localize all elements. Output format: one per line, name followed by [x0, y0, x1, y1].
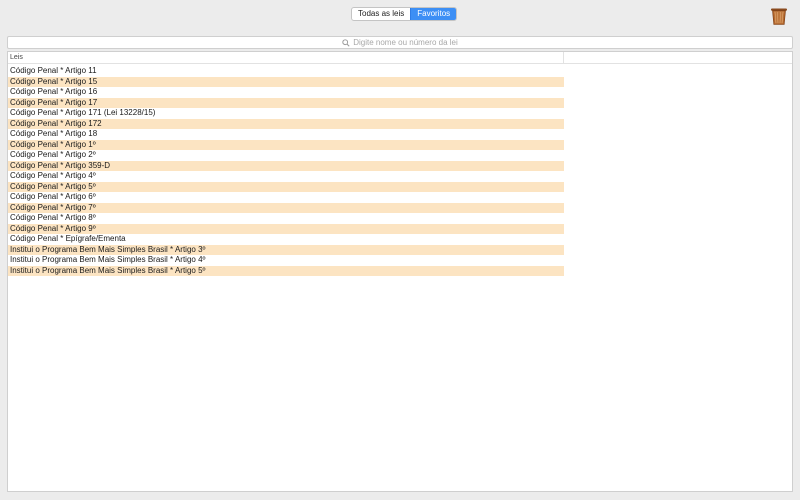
tab-favorites[interactable]: Favoritos: [410, 8, 457, 20]
trash-can-icon[interactable]: [769, 6, 789, 26]
table-row[interactable]: Código Penal * Artigo 17: [8, 97, 564, 108]
laws-table: Leis Código Penal * Artigo 11 Código Pen…: [7, 51, 793, 492]
tab-all-laws[interactable]: Todas as leis: [352, 8, 410, 20]
table-row[interactable]: Código Penal * Artigo 15: [8, 76, 564, 87]
table-row[interactable]: Código Penal * Artigo 4º: [8, 171, 564, 182]
table-row[interactable]: Institui o Programa Bem Mais Simples Bra…: [8, 265, 564, 276]
table-row[interactable]: Institui o Programa Bem Mais Simples Bra…: [8, 255, 564, 266]
table-body: Código Penal * Artigo 11 Código Penal * …: [8, 64, 792, 276]
table-row[interactable]: Código Penal * Artigo 8º: [8, 213, 564, 224]
app-window: Todas as leis Favoritos Digite nome ou n…: [0, 0, 800, 500]
search-icon: [342, 38, 350, 47]
table-row[interactable]: Institui o Programa Bem Mais Simples Bra…: [8, 244, 564, 255]
table-row[interactable]: Código Penal * Artigo 171 (Lei 13228/15): [8, 108, 564, 119]
table-row[interactable]: Código Penal * Artigo 7º: [8, 202, 564, 213]
table-row[interactable]: Código Penal * Epígrafe/Ementa: [8, 234, 564, 245]
table-row[interactable]: Código Penal * Artigo 172: [8, 118, 564, 129]
column-header-leis[interactable]: Leis: [8, 52, 564, 63]
search-field[interactable]: Digite nome ou número da lei: [7, 36, 793, 49]
view-switcher: Todas as leis Favoritos: [351, 7, 458, 21]
table-row[interactable]: Código Penal * Artigo 9º: [8, 223, 564, 234]
table-row[interactable]: Código Penal * Artigo 359-D: [8, 160, 564, 171]
table-row[interactable]: Código Penal * Artigo 18: [8, 129, 564, 140]
table-row[interactable]: Código Penal * Artigo 16: [8, 87, 564, 98]
table-row[interactable]: Código Penal * Artigo 5º: [8, 181, 564, 192]
table-row[interactable]: Código Penal * Artigo 1º: [8, 139, 564, 150]
table-row[interactable]: Código Penal * Artigo 2º: [8, 150, 564, 161]
table-row[interactable]: Código Penal * Artigo 6º: [8, 192, 564, 203]
search-placeholder: Digite nome ou número da lei: [353, 38, 458, 47]
column-header-empty: [564, 52, 792, 63]
table-header: Leis: [8, 52, 792, 64]
table-row[interactable]: Código Penal * Artigo 11: [8, 66, 564, 77]
